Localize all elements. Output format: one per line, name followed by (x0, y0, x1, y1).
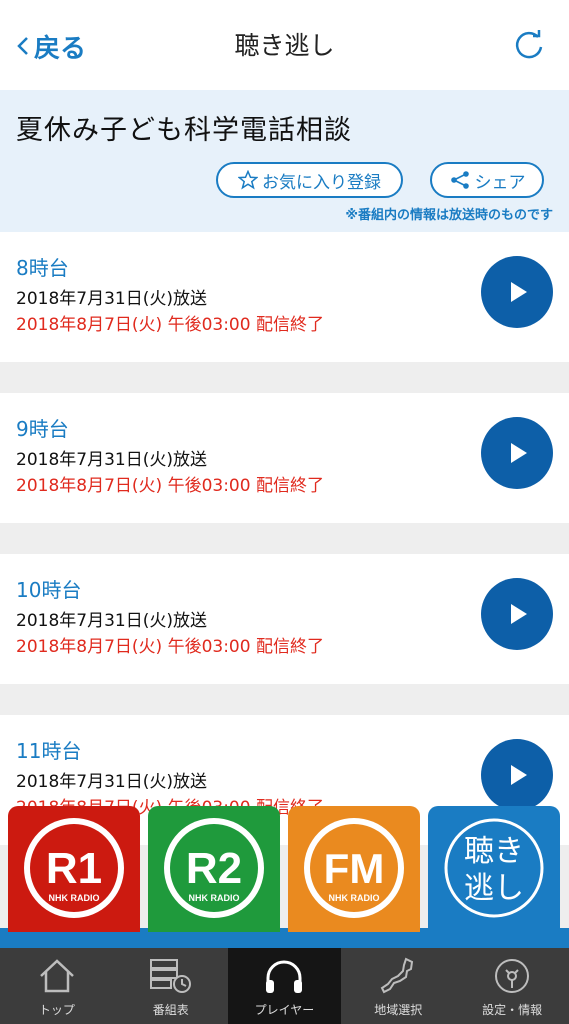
program-title: 夏休み子ども科学電話相談 (16, 115, 352, 146)
home-icon (40, 959, 74, 993)
tab-settings[interactable]: 設定・情報 (455, 948, 569, 1024)
settings-icon (495, 959, 530, 993)
play-icon (511, 443, 527, 463)
play-button[interactable] (481, 578, 553, 650)
episode-aired: 2018年7月31日(火)放送 (16, 611, 207, 631)
fm-logo-icon: FM NHK RADIO (304, 818, 404, 918)
episode-hour: 8時台 (16, 256, 69, 280)
program-banner: 夏休み子ども科学電話相談 お気に入り登録 シェア ※番組内の情報は放送時のもので… (0, 90, 569, 232)
headphones-icon (266, 960, 303, 993)
favorite-button[interactable]: お気に入り登録 (216, 162, 403, 198)
play-button[interactable] (481, 256, 553, 328)
fm-logo-sub: NHK RADIO (329, 893, 380, 903)
station-r2-button[interactable]: R2 NHK RADIO (148, 806, 280, 932)
tab-settings-label: 設定・情報 (482, 1003, 543, 1017)
r1-logo-text: R1 (46, 844, 102, 893)
broadcast-note: ※番組内の情報は放送時のものです (345, 208, 553, 223)
episode-hour: 10時台 (16, 578, 82, 602)
tab-player[interactable]: プレイヤー (227, 948, 342, 1024)
tab-region[interactable]: 地域選択 (341, 948, 455, 1024)
episode-card: 9時台 2018年7月31日(火)放送 2018年8月7日(火) 午後03:00… (0, 393, 569, 523)
tab-region-label: 地域選択 (374, 1003, 423, 1017)
episode-aired: 2018年7月31日(火)放送 (16, 772, 207, 792)
tab-player-label: プレイヤー (254, 1003, 315, 1017)
r2-logo-icon: R2 NHK RADIO (164, 818, 264, 918)
play-button[interactable] (481, 739, 553, 811)
share-icon (450, 171, 469, 189)
share-button[interactable]: シェア (430, 162, 544, 198)
station-kikinogashi-button[interactable]: 聴き 逃し (428, 806, 560, 932)
episode-hour: 9時台 (16, 417, 69, 441)
kiki-logo-line1: 聴き (464, 834, 524, 869)
japan-map-icon (380, 957, 414, 994)
station-selector: R1 NHK RADIO R2 NHK RADIO FM NHK RADIO 聴… (0, 806, 569, 948)
kikinogashi-logo-icon: 聴き 逃し (444, 818, 544, 918)
episode-hour: 11時台 (16, 739, 82, 763)
fm-logo-text: FM (324, 845, 385, 892)
tab-schedule-label: 番組表 (152, 1003, 189, 1017)
episode-card: 10時台 2018年7月31日(火)放送 2018年8月7日(火) 午後03:0… (0, 554, 569, 684)
favorite-label: お気に入り登録 (262, 172, 381, 193)
episode-expire: 2018年8月7日(火) 午後03:00 配信終了 (16, 637, 324, 657)
play-button[interactable] (481, 417, 553, 489)
kiki-logo-line2: 逃し (464, 871, 524, 906)
tab-top[interactable]: トップ (0, 948, 114, 1024)
episode-expire: 2018年8月7日(火) 午後03:00 配信終了 (16, 315, 324, 335)
station-fm-button[interactable]: FM NHK RADIO (288, 806, 420, 932)
episode-aired: 2018年7月31日(火)放送 (16, 289, 207, 309)
play-icon (511, 604, 527, 624)
r2-logo-text: R2 (186, 844, 242, 893)
episode-aired: 2018年7月31日(火)放送 (16, 450, 207, 470)
r1-logo-sub: NHK RADIO (49, 893, 100, 903)
r2-logo-sub: NHK RADIO (189, 893, 240, 903)
star-icon (238, 170, 258, 190)
page-title: 聴き逃し (234, 31, 335, 60)
episode-expire: 2018年8月7日(火) 午後03:00 配信終了 (16, 476, 324, 496)
refresh-icon[interactable] (511, 27, 547, 63)
schedule-icon (149, 959, 191, 993)
episode-card: 8時台 2018年7月31日(火)放送 2018年8月7日(火) 午後03:00… (0, 232, 569, 362)
play-icon (511, 765, 527, 785)
tab-top-label: トップ (38, 1003, 75, 1017)
r1-logo-icon: R1 NHK RADIO (24, 818, 124, 918)
app-header: 戻る 聴き逃し (0, 0, 569, 90)
station-r1-button[interactable]: R1 NHK RADIO (8, 806, 140, 932)
tab-schedule[interactable]: 番組表 (114, 948, 228, 1024)
share-label: シェア (474, 172, 526, 193)
play-icon (511, 282, 527, 302)
bottom-tab-bar: トップ 番組表 プレイヤー 地域選択 設定・情報 (0, 948, 569, 1024)
